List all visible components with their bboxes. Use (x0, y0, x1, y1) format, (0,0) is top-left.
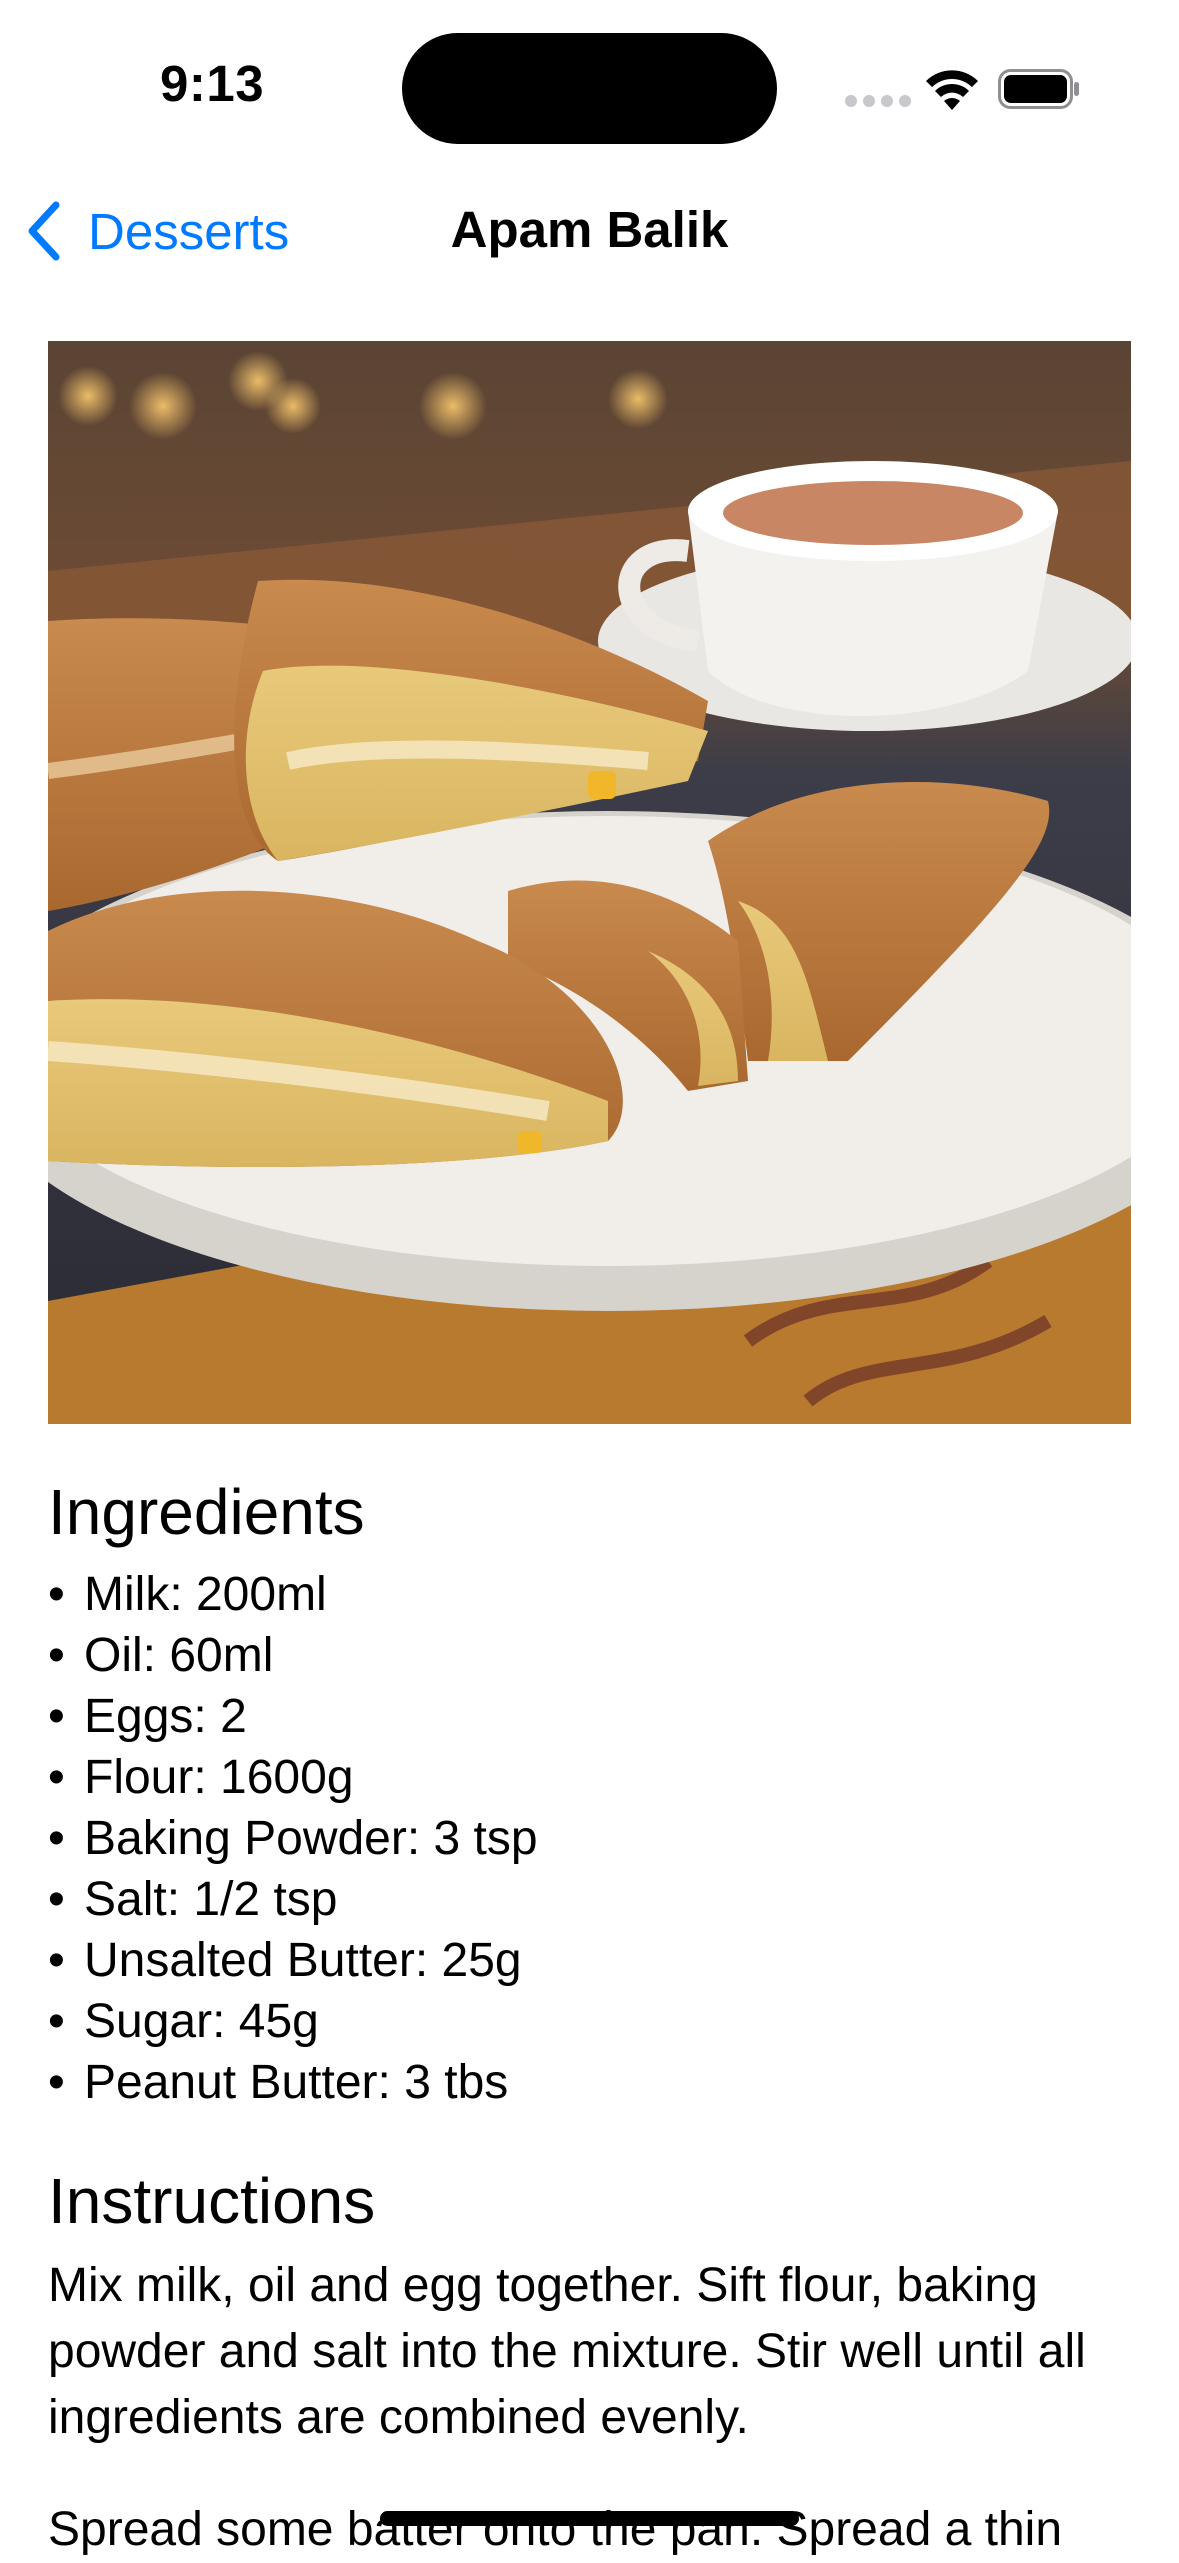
bullet: • (48, 1812, 65, 1865)
bullet: • (48, 1629, 65, 1682)
instructions-paragraph: Mix milk, oil and egg together. Sift flo… (48, 2259, 1086, 2444)
ingredient-text: Flour: 1600g (84, 1751, 354, 1804)
instructions-paragraph: Spread some batter onto the pan. Spread … (48, 2503, 1063, 2556)
ingredient-item: • Peanut Butter: 3 tbs (48, 2052, 1131, 2113)
ingredient-item: • Milk: 200ml (48, 1564, 1131, 1625)
bullet: • (48, 1751, 65, 1804)
bullet: • (48, 1934, 65, 1987)
ingredient-item: • Flour: 1600g (48, 1747, 1131, 1808)
battery-icon (998, 69, 1079, 109)
ingredient-text: Milk: 200ml (84, 1568, 327, 1621)
home-indicator[interactable] (380, 2511, 799, 2526)
ingredient-item: • Salt: 1/2 tsp (48, 1869, 1131, 1930)
ingredient-item: • Eggs: 2 (48, 1686, 1131, 1747)
ingredients-heading: Ingredients (48, 1476, 365, 1548)
ingredient-item: • Baking Powder: 3 tsp (48, 1808, 1131, 1869)
page-title: Apam Balik (450, 201, 729, 258)
dessert-photo (48, 341, 1131, 1424)
dynamic-island (402, 33, 777, 144)
cellular-signal-icon (845, 95, 911, 107)
ingredient-text: Oil: 60ml (84, 1629, 274, 1682)
instructions-heading: Instructions (48, 2165, 376, 2237)
ingredient-text: Unsalted Butter: 25g (84, 1934, 522, 1987)
ingredient-text: Baking Powder: 3 tsp (84, 1812, 538, 1865)
bullet: • (48, 1873, 65, 1926)
bullet: • (48, 1995, 65, 2048)
status-time: 9:13 (160, 55, 265, 112)
ingredient-text: Sugar: 45g (84, 1995, 319, 2048)
ingredient-item: • Sugar: 45g (48, 1991, 1131, 2052)
bullet: • (48, 2056, 65, 2109)
recipe-content: Ingredients • Milk: 200ml • Oil: 60ml • Egg… (48, 1470, 1131, 2563)
ingredient-text: Peanut Butter: 3 tbs (84, 2056, 509, 2109)
ingredient-text: Salt: 1/2 tsp (84, 1873, 338, 1926)
ingredient-item: • Oil: 60ml (48, 1625, 1131, 1686)
bullet: • (48, 1568, 65, 1621)
ingredient-list: • Milk: 200ml • Oil: 60ml • Eggs: 2 • Flour:… (48, 1564, 1131, 2113)
wifi-icon (926, 70, 978, 110)
ingredient-item: • Unsalted Butter: 25g (48, 1930, 1131, 1991)
bullet: • (48, 1690, 65, 1743)
navigation-bar: Desserts Apam Balik (0, 170, 1179, 290)
ingredient-text: Eggs: 2 (84, 1690, 247, 1743)
status-bar: 9:13 (0, 0, 1179, 170)
